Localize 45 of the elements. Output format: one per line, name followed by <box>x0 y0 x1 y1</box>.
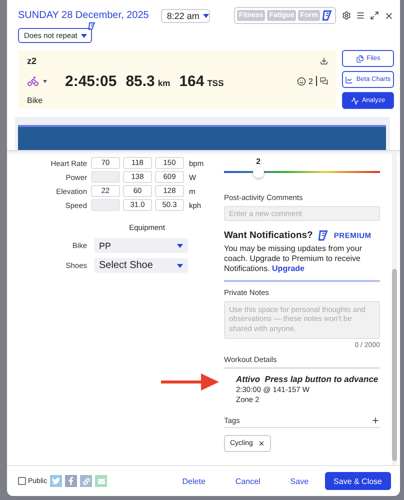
download-icon[interactable] <box>320 57 328 65</box>
logo-badge-icon <box>88 22 96 30</box>
chat-icon[interactable] <box>320 77 328 85</box>
caret-icon[interactable] <box>43 80 47 82</box>
workout-step-title: Attivo Press lap button to advance <box>236 374 380 384</box>
duration-value: 2:45:05 <box>65 72 117 90</box>
smiley-icon[interactable] <box>296 76 306 86</box>
notifications-text: You may be missing updates from your coach. Upgrade to Premium to receive Notifications. Upgrade <box>224 244 363 274</box>
metric-field[interactable] <box>91 199 120 211</box>
metric-field[interactable] <box>91 171 120 183</box>
arrow-drawing <box>161 372 219 392</box>
workout-title: z2 <box>27 56 37 66</box>
chart-icon <box>345 76 354 84</box>
close-icon[interactable] <box>384 10 394 20</box>
public-checkbox[interactable] <box>18 477 26 485</box>
remove-icon[interactable] <box>258 440 265 447</box>
footer-button[interactable]: Delete <box>174 474 214 488</box>
sport-label: Bike <box>27 96 44 105</box>
feel-count: 2 <box>308 76 313 86</box>
rpe-slider[interactable] <box>224 167 380 179</box>
logo-icon <box>322 10 333 21</box>
time-select[interactable]: 8:22 am <box>160 8 210 22</box>
add-icon[interactable] <box>371 416 380 425</box>
footer-button[interactable]: Cancel <box>227 474 268 488</box>
rpe-value: 2 <box>256 157 261 166</box>
equipment-select[interactable]: Select Shoe <box>94 258 188 273</box>
equipment-select[interactable]: PP <box>94 238 188 253</box>
upgrade-link[interactable]: Upgrade <box>272 264 304 273</box>
menu-icon[interactable] <box>356 11 365 20</box>
pulse-icon <box>350 96 359 104</box>
save-close-button[interactable]: Save & Close <box>324 472 391 490</box>
distance-unit: km <box>158 78 170 88</box>
distance-value: 85.3 <box>126 72 155 90</box>
scrollbar[interactable] <box>392 151 397 465</box>
tss-value: 164 <box>179 72 204 90</box>
footer-button[interactable]: Save <box>282 474 317 488</box>
tss-unit: TSS <box>207 78 224 88</box>
files-icon <box>356 54 364 62</box>
settings-icon[interactable] <box>342 11 351 20</box>
date-title: SUNDAY 28 December, 2025 <box>18 10 149 21</box>
bike-icon[interactable] <box>27 75 39 87</box>
notifications-title: Want Notifications? <box>224 230 313 241</box>
expand-icon[interactable] <box>370 11 379 20</box>
slider-thumb[interactable] <box>253 167 264 178</box>
logo-icon <box>318 230 329 241</box>
